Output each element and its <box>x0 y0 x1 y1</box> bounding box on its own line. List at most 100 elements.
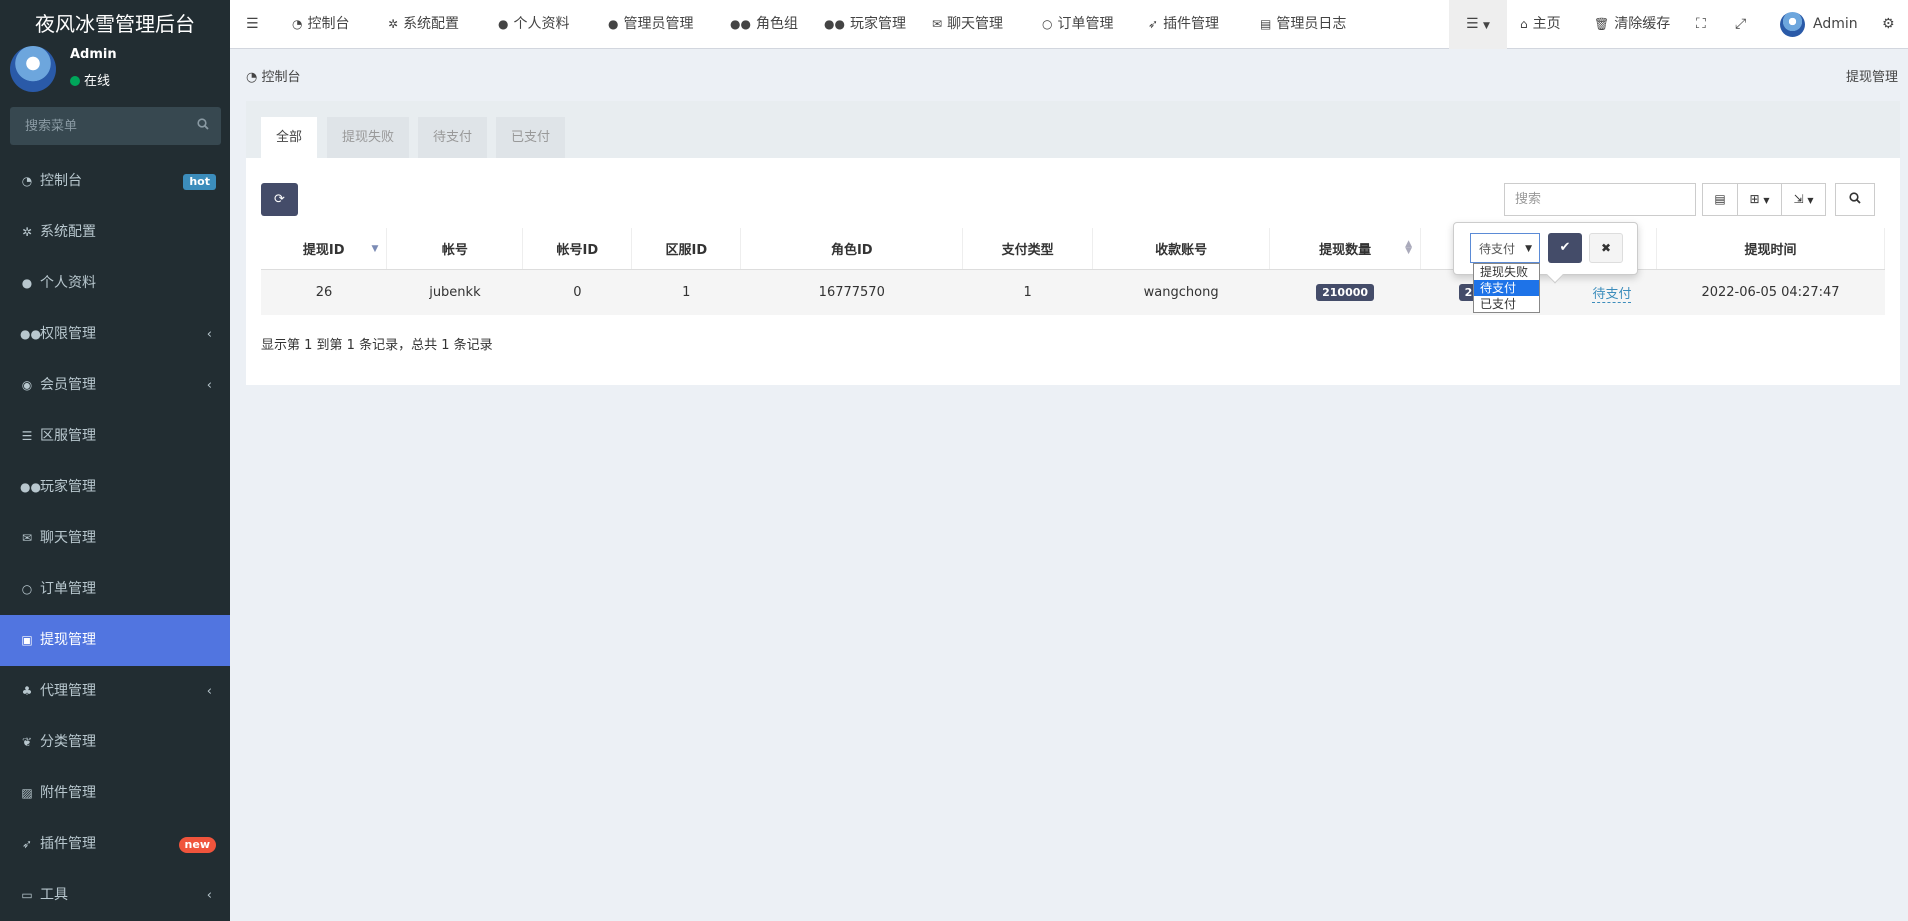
export-button[interactable]: ⇲ ▼ <box>1781 183 1826 216</box>
sidebar-item-label: 聊天管理 <box>40 530 96 546</box>
nav-tab-admin-log[interactable]: ▤ 管理员日志 <box>1260 0 1346 49</box>
nav-tab-chat[interactable]: ✉ 聊天管理 <box>932 0 1003 49</box>
sidebar-item-withdrawals[interactable]: ▣ 提现管理 <box>0 615 230 666</box>
sidebar-item-label: 提现管理 <box>40 632 96 648</box>
status-editable-link[interactable]: 待支付 <box>1592 286 1632 303</box>
caret-down-icon: ▼ <box>1525 244 1532 254</box>
gear-icon: ✲ <box>388 17 399 31</box>
check-icon: ✔ <box>1559 240 1571 255</box>
tab-paid[interactable]: 已支付 <box>496 117 566 158</box>
app-logo-title[interactable]: 夜风冰雪管理后台 <box>0 0 230 49</box>
sidebar-item-label: 玩家管理 <box>40 479 96 495</box>
nav-tab-orders[interactable]: ○ 订单管理 <box>1042 0 1113 49</box>
sidebar-item-profile[interactable]: ● 个人资料 <box>0 258 230 309</box>
nav-user-name: Admin <box>1813 16 1858 32</box>
nav-home-label: 主页 <box>1532 16 1561 32</box>
fullscreen-button[interactable]: ⤢ <box>1735 0 1746 49</box>
sidebar-item-agents[interactable]: ♣ 代理管理 ‹ <box>0 666 230 717</box>
sidebar-item-permissions[interactable]: ●●权限管理 ‹ <box>0 309 230 360</box>
rocket-icon: ➶ <box>1148 17 1159 31</box>
nav-tab-plugins[interactable]: ➶ 插件管理 <box>1148 0 1219 49</box>
settings-button[interactable]: ⚙ <box>1882 0 1895 49</box>
tab-pending[interactable]: 待支付 <box>418 117 488 158</box>
nav-tab-players[interactable]: ●● 玩家管理 <box>824 0 906 49</box>
advanced-search-button[interactable] <box>1835 183 1875 216</box>
sidebar-item-system-config[interactable]: ✲ 系统配置 <box>0 207 230 258</box>
new-badge: new <box>178 837 216 853</box>
trash-icon: 🗑 <box>1594 17 1610 31</box>
sidebar-item-orders[interactable]: ○ 订单管理 <box>0 564 230 615</box>
sidebar-item-players[interactable]: ●●玩家管理 <box>0 462 230 513</box>
column-header-label: 提现ID <box>302 242 345 258</box>
tab-all[interactable]: 全部 <box>261 117 318 158</box>
list-icon: ☰ <box>1466 16 1479 32</box>
cell-receiver: wangchong <box>1092 268 1270 315</box>
status-tabs: 全部 提现失败 待支付 已支付 <box>246 101 1900 158</box>
close-icon: ✖ <box>1600 241 1612 255</box>
nav-tab-role-group[interactable]: ●● 角色组 <box>730 0 798 49</box>
users-icon: ●● <box>730 17 751 31</box>
nav-tab-label: 系统配置 <box>403 16 460 32</box>
fullscreen-icon: ⤢ <box>1735 16 1747 32</box>
cell-quantity: 210000 <box>1269 268 1421 315</box>
status-option-pending[interactable]: 待支付 <box>1474 280 1539 296</box>
status-option-failed[interactable]: 提现失败 <box>1474 264 1539 280</box>
status-select[interactable]: 待支付 ▼ <box>1470 233 1540 263</box>
sidebar-item-label: 会员管理 <box>40 377 96 393</box>
nav-tab-dashboard[interactable]: ◔ 控制台 <box>292 0 349 49</box>
confirm-button[interactable]: ✔ <box>1548 233 1582 263</box>
translate-icon: ⛶ <box>1696 16 1706 32</box>
sidebar-item-tools[interactable]: ▭ 工具 ‹ <box>0 870 230 921</box>
column-header-id[interactable]: 提现ID ▼ <box>261 228 388 270</box>
sidebar-toggle-button[interactable]: ☰ <box>246 0 259 49</box>
nav-tab-label: 管理员管理 <box>623 16 694 32</box>
chat-icon: ✉ <box>21 531 33 545</box>
cancel-button[interactable]: ✖ <box>1589 233 1623 263</box>
nav-tab-system-config[interactable]: ✲ 系统配置 <box>388 0 459 49</box>
table-header-row: 提现ID ▼ 帐号 帐号ID 区服ID 角色ID 支付类型 收款账号 提现数量 ▲ ▼… <box>261 228 1886 270</box>
sidebar-item-label: 分类管理 <box>40 734 96 750</box>
nav-home-link[interactable]: ⌂ 主页 <box>1520 0 1561 49</box>
dashboard-icon: ◔ <box>21 174 33 188</box>
dashboard-icon: ◔ <box>292 17 303 31</box>
cell-account: jubenkk <box>386 268 523 315</box>
nav-tab-label: 控制台 <box>307 16 350 32</box>
sort-desc-icon: ▼ <box>371 244 379 254</box>
users-icon: ●● <box>20 327 41 341</box>
refresh-button[interactable]: ⟳ <box>261 183 298 216</box>
user-icon: ● <box>498 17 509 31</box>
pagination-info: 显示第 1 到第 1 条记录，总共 1 条记录 <box>261 338 493 353</box>
circle-icon: ○ <box>1042 17 1053 31</box>
sidebar-item-plugins[interactable]: ➶ 插件管理 new <box>0 819 230 870</box>
sidebar-item-label: 控制台 <box>40 173 82 189</box>
nav-tab-admin-manage[interactable]: ● 管理员管理 <box>608 0 693 49</box>
clear-cache-button[interactable]: 🗑 清除缓存 <box>1594 0 1670 49</box>
table-search-input[interactable] <box>1505 184 1695 215</box>
sidebar-item-attachments[interactable]: ▨ 附件管理 <box>0 768 230 819</box>
sidebar-item-chat[interactable]: ✉ 聊天管理 <box>0 513 230 564</box>
toggle-card-view-button[interactable]: ▤ <box>1702 183 1738 216</box>
sidebar-item-label: 插件管理 <box>40 836 96 852</box>
nav-tab-profile[interactable]: ● 个人资料 <box>498 0 569 49</box>
sidebar-item-servers[interactable]: ☰ 区服管理 <box>0 411 230 462</box>
column-header-label: 帐号ID <box>556 242 599 258</box>
money-icon: ▣ <box>21 633 33 647</box>
sidebar-search-input[interactable] <box>10 107 180 145</box>
tab-failed[interactable]: 提现失败 <box>327 117 410 158</box>
nav-tabs-dropdown-button[interactable]: ☰ ▼ <box>1449 0 1507 49</box>
translate-button[interactable]: ⛶ <box>1696 0 1706 49</box>
sidebar-item-categories[interactable]: ❦ 分类管理 <box>0 717 230 768</box>
user-panel: Admin 在线 <box>0 44 230 94</box>
columns-button[interactable]: ⊞ ▼ <box>1737 183 1782 216</box>
status-option-paid[interactable]: 已支付 <box>1474 296 1539 312</box>
column-header-pay-type: 支付类型 <box>962 228 1094 270</box>
search-icon[interactable] <box>197 118 209 134</box>
breadcrumb-home-link[interactable]: 控制台 <box>261 70 300 85</box>
chevron-left-icon: ‹ <box>206 684 212 699</box>
sidebar-item-dashboard[interactable]: ◔ 控制台 hot <box>0 156 230 207</box>
user-menu-button[interactable]: Admin <box>1780 0 1858 49</box>
sidebar-item-members[interactable]: ◉ 会员管理 ‹ <box>0 360 230 411</box>
column-header-quantity[interactable]: 提现数量 ▲ ▼ <box>1269 228 1422 270</box>
breadcrumb: ◔ 控制台 <box>246 66 301 85</box>
card-view-icon: ▤ <box>1714 192 1726 206</box>
